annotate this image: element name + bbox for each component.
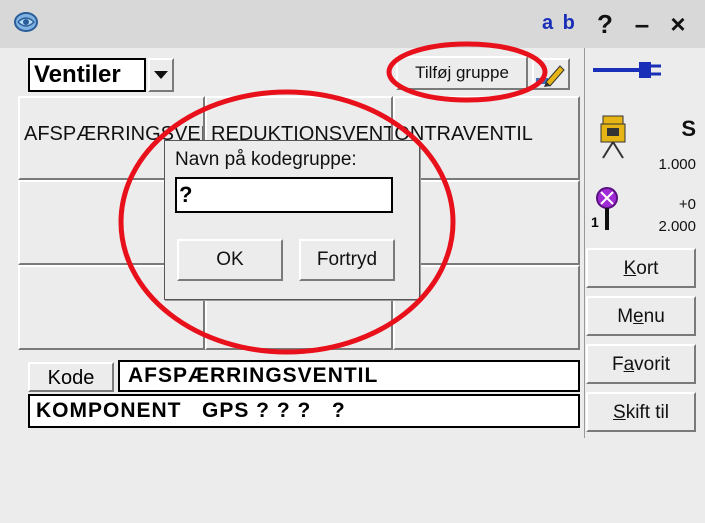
total-station-icon	[600, 115, 626, 159]
group-name-dialog: Navn på kodegruppe: ? OK Fortryd	[164, 140, 420, 300]
grid-cell[interactable]: KONTRAVENTIL	[393, 96, 580, 180]
component-field[interactable]: KOMPONENT GPS ? ? ? ?	[28, 394, 580, 428]
button-label-part: F	[611, 354, 624, 375]
switch-to-button[interactable]: Skift til	[586, 392, 696, 432]
group-dropdown[interactable]: Ventiler	[28, 58, 146, 92]
ok-button[interactable]: OK	[177, 239, 283, 281]
menu-button[interactable]: Menu	[586, 296, 696, 336]
cancel-button[interactable]: Fortryd	[299, 239, 395, 281]
group-name-input[interactable]: ?	[175, 177, 393, 213]
close-button[interactable]: ×	[664, 10, 692, 38]
help-button[interactable]: ?	[591, 10, 619, 38]
edit-button[interactable]	[532, 58, 570, 90]
measure-mode-label: S	[681, 116, 696, 141]
distance-value: 1.000	[658, 156, 696, 173]
prism-count: 1	[591, 214, 599, 230]
button-label-part: vorit	[634, 354, 671, 375]
minimize-button[interactable]: –	[628, 10, 656, 38]
grid-cell[interactable]	[393, 265, 580, 350]
input-mode-indicator[interactable]: a b	[542, 12, 577, 35]
map-button[interactable]: Kort	[586, 248, 696, 288]
dialog-label: Navn på kodegruppe:	[175, 149, 357, 170]
app-screen: a b ? – × Ventiler Tilføj gruppe AFSPÆRR…	[0, 0, 705, 523]
button-accelerator: K	[623, 258, 637, 279]
button-label-part: M	[617, 306, 634, 327]
code-field[interactable]: AFSPÆRRINGSVENTIL	[118, 360, 580, 392]
app-logo-icon[interactable]	[12, 8, 40, 36]
button-accelerator: e	[633, 306, 644, 327]
button-label-part: kift til	[625, 402, 669, 423]
dropdown-arrow-button[interactable]	[148, 58, 174, 92]
bottom-area	[0, 438, 705, 523]
code-label-button[interactable]: Kode	[28, 362, 114, 392]
connection-plug-icon	[593, 62, 661, 78]
chevron-down-icon	[154, 71, 168, 79]
button-label-part: nu	[643, 306, 665, 327]
favorite-button[interactable]: Favorit	[586, 344, 696, 384]
pencil-icon	[536, 65, 565, 87]
button-accelerator: S	[613, 402, 626, 423]
button-label-part: ort	[636, 258, 659, 279]
offset-value: +0	[678, 196, 696, 213]
grid-cell[interactable]	[393, 180, 580, 265]
add-group-button[interactable]: Tilføj gruppe	[396, 56, 528, 90]
height-value: 2.000	[658, 218, 696, 235]
button-accelerator: a	[623, 354, 635, 375]
title-bar: a b ? – ×	[0, 0, 705, 48]
